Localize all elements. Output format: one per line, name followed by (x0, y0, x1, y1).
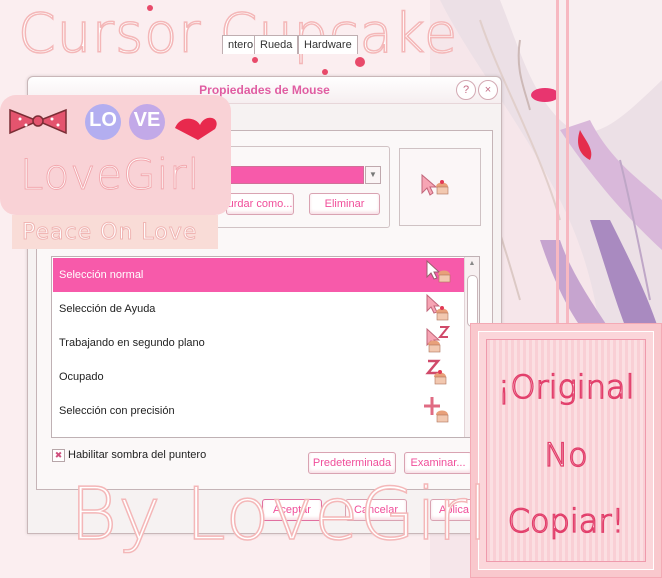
list-item[interactable]: Trabajando en segundo plano (53, 326, 469, 360)
scheme-combo[interactable] (226, 166, 364, 184)
list-item[interactable]: Ocupado (53, 360, 469, 394)
cupcake-cursor-icon (421, 173, 449, 196)
cupcake-arrow-icon (426, 259, 451, 283)
list-item[interactable]: Selección con precisión (53, 394, 469, 428)
cursor-preview (399, 148, 481, 226)
tab-wheel[interactable]: Rueda (254, 35, 299, 54)
lovegirl-text: LoveGirl (19, 150, 201, 200)
scroll-thumb[interactable] (467, 275, 478, 327)
browse-button[interactable]: Examinar... (404, 452, 472, 474)
save-as-button[interactable]: urdar como... (226, 193, 294, 215)
shadow-checkbox[interactable]: ✖ (52, 449, 65, 462)
cupcake-crosshair-icon (424, 397, 449, 423)
chevron-down-icon[interactable]: ▼ (365, 166, 381, 184)
peace-on-love-text: Peace On Love (21, 220, 198, 246)
love-letters-lo: LO (89, 109, 117, 131)
love-letters-ve: VE (133, 109, 161, 131)
cupcake-busy-icon (425, 359, 447, 385)
tab-hardware[interactable]: Hardware (298, 35, 358, 54)
by-lovegirl-watermark: By LoveGirl (69, 471, 489, 557)
stamp-line-copiar: Copiar! (507, 501, 625, 540)
cursor-cupcake-title: Cursor Cupcake (17, 1, 459, 66)
cupcake-help-icon (426, 293, 449, 321)
list-item[interactable]: Selección normal (53, 258, 469, 292)
scroll-up-icon[interactable]: ▲ (465, 257, 479, 271)
decorative-stripe (556, 0, 559, 330)
delete-button[interactable]: Eliminar (309, 193, 380, 215)
help-button[interactable]: ? (456, 80, 476, 100)
decorative-stripe (566, 0, 569, 330)
list-item[interactable]: Selección de Ayuda (53, 292, 469, 326)
default-button[interactable]: Predeterminada (308, 452, 396, 474)
heart-icon (175, 117, 217, 140)
cursor-list[interactable]: Selección normal Selección de Ayuda Trab… (51, 256, 480, 438)
bow-icon (9, 108, 67, 135)
cupcake-working-icon (426, 326, 451, 353)
stamp-line-no: No (544, 435, 589, 474)
close-button[interactable]: × (478, 80, 498, 100)
shadow-checkbox-label: Habilitar sombra del puntero (68, 449, 207, 461)
cursor-icons-column (424, 259, 451, 423)
stamp-line-original: ¡Original (497, 367, 635, 406)
stamp-frame-inner: ¡Original No Copiar! (486, 339, 646, 562)
